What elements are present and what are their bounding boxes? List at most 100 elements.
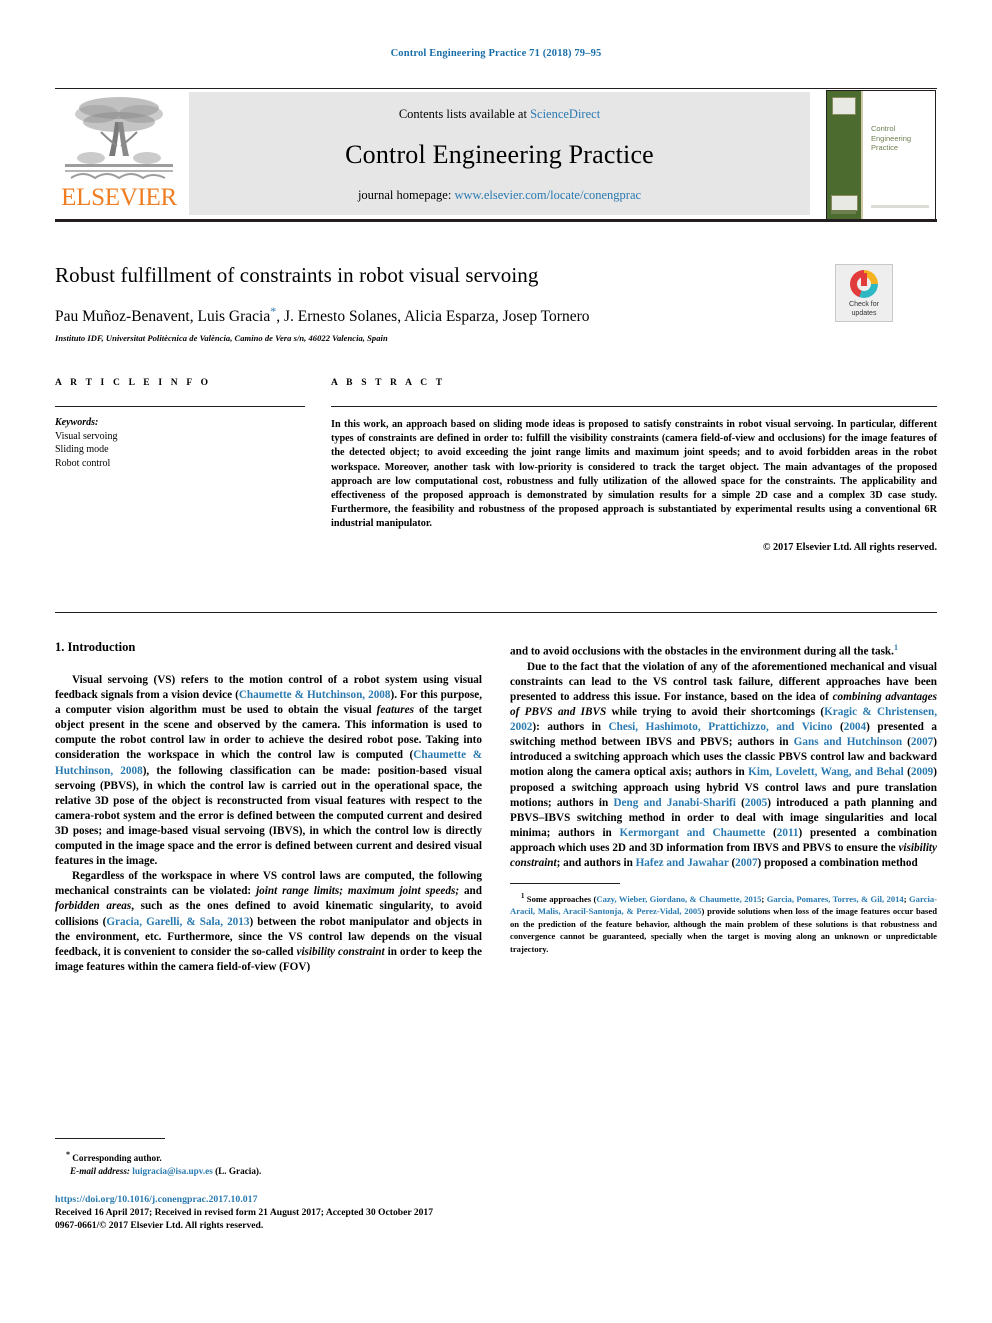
text-run: and to avoid occlusions with the obstacl… [510, 645, 894, 658]
text-run: ( [902, 736, 911, 749]
text-run: ; and authors in [556, 857, 636, 870]
abstract-heading: A B S T R A C T [331, 378, 446, 388]
text-run: while trying to avoid their shortcomings… [606, 706, 825, 719]
crossmark-label: Check for updates [849, 301, 879, 317]
keyword-item: Visual servoing [55, 430, 118, 442]
article-info-heading: A R T I C L E I N F O [55, 378, 212, 388]
abstract-rule [331, 406, 937, 407]
elsevier-wordmark: ELSEVIER [61, 184, 177, 211]
section-divider-rule [55, 612, 937, 613]
running-head: Control Engineering Practice 71 (2018) 7… [390, 48, 602, 59]
citation-year[interactable]: 2007 [735, 857, 757, 869]
email-label: E-mail address: [70, 1166, 130, 1177]
text-run: ): authors in [532, 721, 609, 734]
elsevier-logo: ELSEVIER [55, 92, 183, 218]
issn-copyright: 0967-0661/© 2017 Elsevier Ltd. All right… [55, 1220, 264, 1232]
homepage-prefix: journal homepage: [357, 188, 455, 202]
text-run: ( [903, 766, 911, 779]
journal-cover-thumbnail: Control Engineering Practice [826, 90, 936, 220]
intro-paragraph-2: Regardless of the workspace in where VS … [55, 869, 482, 975]
citation-link[interactable]: Kim, Lovelett, Wang, and Behal [748, 766, 904, 778]
cover-ifac-logo-icon [831, 195, 858, 211]
page-title: Robust fulfillment of constraints in rob… [55, 263, 539, 287]
footnote-1: 1 Some approaches (Cazy, Wieber, Giordan… [510, 891, 937, 955]
keywords-heading: Keywords: [55, 417, 99, 428]
citation-year[interactable]: 2007 [911, 736, 933, 748]
citation-link[interactable]: Gracia, Garelli, & Sala, 2013 [106, 916, 249, 928]
journal-band: Contents lists available at ScienceDirec… [189, 92, 810, 215]
citation-link[interactable]: Deng and Janabi-Sharifi [613, 797, 735, 809]
cover-divider [861, 91, 863, 219]
crossmark-ring-icon [850, 270, 878, 298]
cover-footer-bar [871, 205, 929, 208]
footnote-rule [510, 883, 620, 885]
cover-ifac-subbar [831, 210, 856, 214]
doi-link[interactable]: https://doi.org/10.1016/j.conengprac.201… [55, 1194, 482, 1205]
homepage-link[interactable]: www.elsevier.com/locate/conengprac [454, 188, 641, 202]
footnote-marker[interactable]: 1 [894, 643, 898, 652]
citation-year[interactable]: 2011 [777, 827, 799, 839]
elsevier-tree-icon [61, 92, 177, 184]
emphasis-run: joint range limits; maximum joint speeds… [256, 885, 460, 898]
text-run: Some approaches ( [524, 894, 597, 904]
emphasis-run: features [376, 704, 414, 717]
corresponding-text: Corresponding author. [72, 1153, 162, 1164]
emphasis-run: forbidden areas [55, 900, 132, 913]
citation-year[interactable]: 2009 [911, 766, 933, 778]
corresponding-star: * [66, 1150, 70, 1159]
crossmark-flag-icon [861, 273, 867, 286]
intro-paragraph-1: Visual servoing (VS) refers to the motio… [55, 673, 482, 869]
paper-page: Control Engineering Practice 71 (2018) 7… [0, 0, 992, 1323]
received-dates: Received 16 April 2017; Received in revi… [55, 1207, 434, 1219]
text-run: ( [765, 826, 777, 839]
text-run: ) proposed a combination method [757, 857, 918, 870]
text-run: ( [735, 796, 745, 809]
email-link[interactable]: luigracia@isa.upv.es [132, 1166, 213, 1176]
keywords-block: Keywords: Visual servoing Sliding mode R… [55, 416, 305, 470]
journal-title: Control Engineering Practice [345, 140, 654, 169]
cover-iface-mark [832, 97, 856, 115]
citation-link[interactable]: Garcia, Pomares, Torres, & Gil, 2014 [767, 894, 904, 904]
authors-rest: , J. Ernesto Solanes, Alicia Esparza, Jo… [276, 308, 590, 326]
title-block: Robust fulfillment of constraints in rob… [55, 262, 937, 343]
citation-year[interactable]: 2005 [745, 797, 767, 809]
left-column: 1. Introduction Visual servoing (VS) ref… [55, 640, 482, 975]
emphasis-run: visibility constraint [296, 945, 385, 958]
contents-lists-prefix: Contents lists available at [398, 107, 531, 121]
affiliation: Instituto IDF, Universitat Politècnica d… [55, 333, 388, 344]
citation-link[interactable]: Gans and Hutchinson [794, 736, 902, 748]
corresponding-author-note: * Corresponding author. [55, 1148, 482, 1165]
journal-homepage-line: journal homepage: www.elsevier.com/locat… [189, 188, 810, 203]
text-run: ), the following classification can be m… [55, 764, 482, 868]
footer-rule [55, 1138, 165, 1139]
keyword-item: Sliding mode [55, 444, 109, 455]
sciencedirect-link[interactable]: ScienceDirect [530, 107, 600, 121]
citation-link[interactable]: Chaumette & Hutchinson, 2008 [239, 689, 391, 701]
crossmark-badge[interactable]: Check for updates [835, 264, 893, 322]
right-column: and to avoid occlusions with the obstacl… [510, 640, 937, 955]
journal-masthead: ELSEVIER Contents lists available at Sci… [55, 88, 937, 222]
citation-year[interactable]: 2004 [844, 721, 866, 733]
abstract-column: A B S T R A C T In this work, an approac… [331, 378, 937, 553]
article-info-column: A R T I C L E I N F O Keywords: Visual s… [55, 378, 305, 470]
intro-paragraph-4: Due to the fact that the violation of an… [510, 660, 937, 871]
abstract-copyright: © 2017 Elsevier Ltd. All rights reserved… [762, 541, 937, 553]
citation-link[interactable]: Cazy, Wieber, Giordano, & Chaumette, 201… [596, 894, 761, 904]
citation-link[interactable]: Hafez and Jawahar [636, 857, 729, 869]
text-run: ( [832, 721, 844, 734]
abstract-text: In this work, an approach based on slidi… [331, 419, 937, 530]
keyword-item: Robot control [55, 457, 111, 469]
text-run: and [459, 885, 482, 898]
citation-link[interactable]: Chesi, Hashimoto, Prattichizzo, and Vici… [609, 721, 833, 733]
section-heading-introduction: 1. Introduction [55, 640, 136, 654]
author-list: Pau Muñoz-Benavent, Luis Gracia*, J. Ern… [55, 301, 937, 327]
masthead-top-rule [55, 88, 937, 89]
page-footer: * Corresponding author. E-mail address: … [55, 1138, 482, 1231]
contents-lists-line: Contents lists available at ScienceDirec… [189, 107, 810, 122]
masthead-bottom-rule [55, 219, 937, 222]
email-note: E-mail address: luigracia@isa.upv.es (L.… [55, 1165, 482, 1178]
citation-link[interactable]: Kermorgant and Chaumette [619, 827, 765, 839]
intro-paragraph-3: and to avoid occlusions with the obstacl… [510, 640, 937, 660]
email-owner: (L. Gracia). [215, 1166, 262, 1177]
authors-first: Pau Muñoz-Benavent, Luis Gracia [55, 308, 271, 326]
